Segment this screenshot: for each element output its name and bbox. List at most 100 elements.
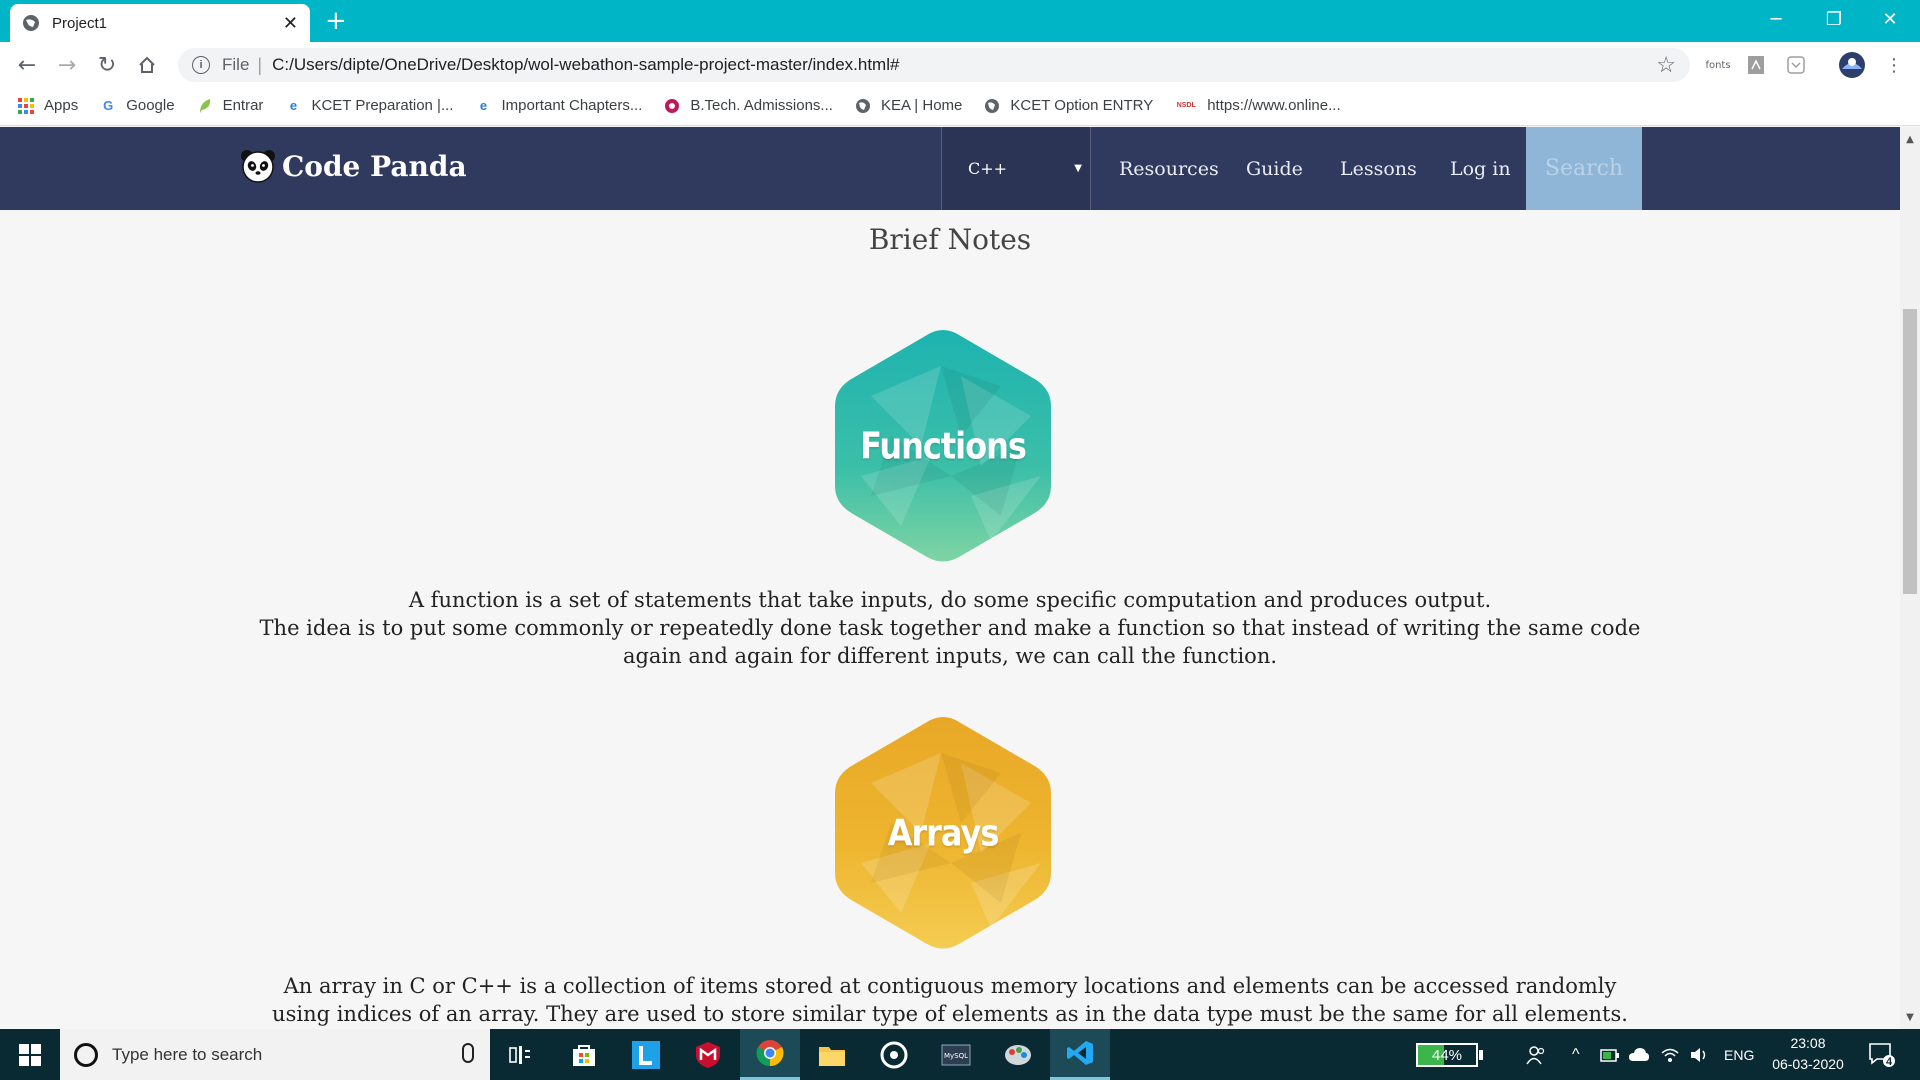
bookmark-label: KCET Option ENTRY (1010, 97, 1154, 114)
bookmark-btech-admissions[interactable]: B.Tech. Admissions... (664, 97, 833, 114)
bookmark-kcet-option-entry[interactable]: KCET Option ENTRY (984, 97, 1153, 114)
battery-tip (1479, 1050, 1483, 1060)
bookmark-kea-home[interactable]: KEA | Home (855, 97, 962, 114)
edge-icon: e (289, 98, 298, 113)
microphone-icon[interactable] (462, 1043, 474, 1063)
notification-center-icon[interactable]: 4 (1868, 1029, 1896, 1080)
pocket-extension-icon[interactable] (1785, 54, 1807, 76)
battery-indicator[interactable]: 44% (1416, 1043, 1478, 1067)
brand-name: Code Panda (282, 149, 467, 183)
forward-icon[interactable]: → (52, 50, 82, 80)
clock-date: 06-03-2020 (1772, 1056, 1844, 1072)
bookmark-star-icon[interactable]: ☆ (1656, 52, 1676, 78)
bookmark-online[interactable]: NSDL https://www.online... (1175, 97, 1341, 114)
pdf-extension-icon[interactable] (1745, 54, 1767, 76)
search-button[interactable]: Search (1526, 127, 1642, 210)
cloud-sync-icon[interactable] (1628, 1029, 1650, 1080)
battery-percent: 44% (1431, 1046, 1463, 1064)
bookmark-apps[interactable]: Apps (18, 97, 78, 114)
browser-toolbar: ← → ↻ i File | C:/Users/dipte/OneDrive/D… (0, 42, 1920, 86)
arrays-hexagon[interactable]: Arrays (831, 713, 1055, 953)
tab-close-icon[interactable]: ✕ (283, 13, 298, 34)
paint-app-icon[interactable] (988, 1029, 1048, 1080)
url-separator: | (257, 54, 263, 75)
functions-hexagon[interactable]: Functions (831, 326, 1055, 566)
notification-count: 4 (1885, 1056, 1893, 1068)
url-text[interactable]: C:/Users/dipte/OneDrive/Desktop/wol-weba… (272, 55, 1656, 75)
apps-grid-icon (18, 97, 34, 114)
google-icon: G (103, 98, 114, 113)
back-icon[interactable]: ← (12, 50, 42, 80)
mcafee-icon[interactable] (678, 1029, 738, 1080)
nav-link-lessons[interactable]: Lessons (1340, 127, 1417, 210)
chrome-icon[interactable] (740, 1029, 800, 1080)
minimize-icon[interactable]: ─ (1748, 0, 1804, 38)
globe-icon (984, 98, 1000, 114)
page-scrollbar[interactable]: ▲ ▼ (1900, 127, 1920, 1029)
section-title: Brief Notes (868, 223, 1032, 256)
nav-link-guide[interactable]: Guide (1246, 127, 1303, 210)
functions-description: A function is a set of statements that t… (240, 586, 1660, 670)
windows-start-icon[interactable] (0, 1029, 60, 1080)
arrays-description: An array in C or C++ is a collection of … (262, 972, 1638, 1029)
wifi-icon[interactable] (1660, 1029, 1680, 1080)
college-icon (664, 98, 680, 114)
windows-taskbar: Type here to search MySQL 44% ^ ENG 23:0… (0, 1029, 1920, 1080)
window-close-icon[interactable]: ✕ (1862, 0, 1918, 38)
fonts-extension-icon[interactable]: fonts (1704, 54, 1732, 76)
bookmark-label: B.Tech. Admissions... (690, 97, 833, 114)
chevron-down-icon: ▼ (1074, 163, 1082, 174)
bookmark-label: https://www.online... (1207, 97, 1341, 114)
bookmark-kcet-preparation[interactable]: e KCET Preparation |... (285, 97, 454, 114)
functions-hexagon-label: Functions (860, 424, 1027, 468)
edge-icon: e (479, 98, 488, 113)
profile-avatar-icon[interactable] (1838, 51, 1866, 79)
file-explorer-icon[interactable] (802, 1029, 862, 1080)
bookmark-important-chapters[interactable]: e Important Chapters... (475, 97, 643, 114)
language-select-value: C++ (968, 159, 1008, 178)
lumen-app-icon[interactable] (616, 1029, 676, 1080)
functions-description-line: A function is a set of statements that t… (408, 588, 1492, 612)
browser-menu-icon[interactable]: ⋮ (1884, 54, 1904, 76)
scroll-down-icon[interactable]: ▼ (1900, 1009, 1920, 1025)
reload-icon[interactable]: ↻ (92, 50, 122, 80)
nav-link-log-in[interactable]: Log in (1450, 127, 1511, 210)
volume-icon[interactable] (1690, 1029, 1710, 1080)
mysql-label: MySQL (944, 1052, 968, 1060)
arrays-hexagon-label: Arrays (887, 811, 1000, 855)
bookmark-label: Google (126, 97, 175, 114)
page-viewport: Code Panda C++ ▼ Resources Guide Lessons… (0, 127, 1900, 1029)
new-tab-icon[interactable]: + (325, 7, 347, 35)
media-app-icon[interactable] (864, 1029, 924, 1080)
vscode-icon[interactable] (1050, 1029, 1110, 1080)
power-plug-icon[interactable] (1600, 1029, 1620, 1080)
nav-link-resources[interactable]: Resources (1119, 127, 1219, 210)
task-view-icon[interactable] (490, 1029, 550, 1080)
site-brand[interactable]: Code Panda (240, 148, 467, 184)
site-navbar: Code Panda C++ ▼ Resources Guide Lessons… (0, 127, 1900, 210)
taskbar-search-box[interactable]: Type here to search (60, 1029, 490, 1080)
globe-icon (22, 14, 40, 32)
system-clock[interactable]: 23:08 06-03-2020 (1766, 1033, 1850, 1075)
url-scheme: File (222, 55, 250, 74)
mysql-workbench-icon[interactable]: MySQL (926, 1029, 986, 1080)
bookmark-google[interactable]: G Google (100, 97, 174, 114)
input-language[interactable]: ENG (1724, 1029, 1754, 1080)
scroll-up-icon[interactable]: ▲ (1900, 131, 1920, 147)
browser-tab[interactable]: Project1 ✕ (10, 4, 310, 42)
site-info-icon[interactable]: i (192, 56, 210, 74)
home-icon[interactable] (132, 50, 162, 80)
restore-icon[interactable]: ❐ (1806, 0, 1862, 38)
language-select[interactable]: C++ ▼ (941, 127, 1091, 210)
bookmarks-bar: Apps G Google Entrar e KCET Preparation … (0, 86, 1920, 126)
people-icon[interactable] (1526, 1029, 1546, 1080)
store-icon[interactable] (554, 1029, 614, 1080)
bookmark-label: KCET Preparation |... (311, 97, 454, 114)
functions-description-line: The idea is to put some commonly or repe… (259, 616, 1641, 668)
chevron-up-icon[interactable]: ^ (1572, 1029, 1580, 1080)
cortana-icon (74, 1042, 98, 1067)
bookmark-entrar[interactable]: Entrar (197, 97, 263, 114)
address-bar[interactable]: i File | C:/Users/dipte/OneDrive/Desktop… (178, 48, 1690, 82)
scrollbar-thumb[interactable] (1903, 309, 1917, 594)
bookmark-label: Apps (44, 97, 79, 114)
